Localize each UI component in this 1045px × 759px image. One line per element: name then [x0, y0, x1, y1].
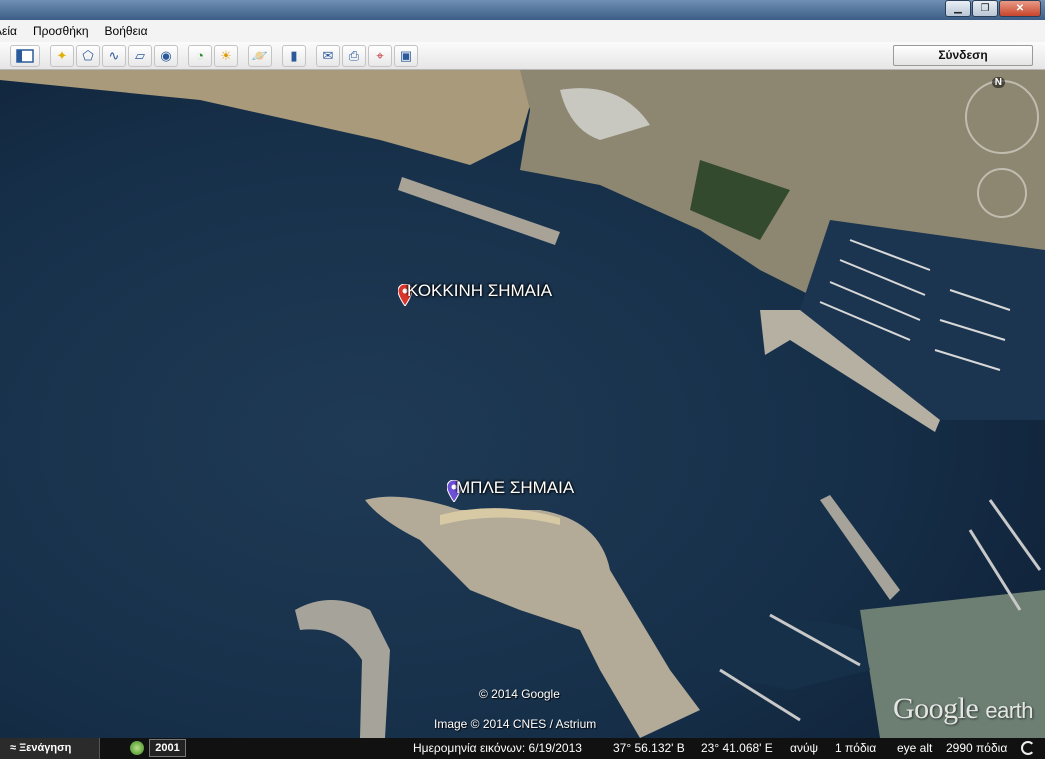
compass-north-icon[interactable]: N	[991, 77, 1005, 88]
title-bar[interactable]: ▁ ❐ ✕	[0, 0, 1045, 20]
historical-imagery-icon[interactable]: ◔	[188, 44, 212, 67]
sidebar-icon[interactable]	[10, 44, 40, 67]
path-icon[interactable]: ∿	[102, 44, 126, 67]
imagery-date: Ημερομηνία εικόνων: 6/19/2013	[413, 741, 582, 755]
menu-tools[interactable]: λεία	[0, 24, 25, 38]
record-tour-icon[interactable]: ◉	[154, 44, 178, 67]
save-image-icon[interactable]: ▣	[394, 44, 418, 67]
sunlight-icon[interactable]: ☀	[214, 44, 238, 67]
elevation-value: 1 πόδια	[835, 741, 877, 755]
move-joystick-icon[interactable]	[977, 168, 1027, 218]
look-joystick-icon[interactable]	[965, 80, 1039, 154]
map-view[interactable]: ΚΟΚΚΙΝΗ ΣΗΜΑΙΑ ΜΠΛΕ ΣΗΜΑΙΑ © 2014 Google…	[0, 70, 1045, 738]
eye-alt-value: 2990 πόδια	[946, 741, 1008, 755]
planets-icon[interactable]: 🪐	[248, 44, 272, 67]
overlay-icon[interactable]: ▱	[128, 44, 152, 67]
signin-button[interactable]: Σύνδεση	[893, 45, 1033, 66]
menu-help[interactable]: Βοήθεια	[97, 24, 156, 38]
print-icon[interactable]: ⎙	[342, 44, 366, 67]
eye-alt-label: eye alt	[897, 741, 933, 755]
placemark-label-red[interactable]: ΚΟΚΚΙΝΗ ΣΗΜΑΙΑ	[407, 281, 552, 301]
toolbar: ✦ ⬠ ∿ ▱ ◉ ◔ ☀ 🪐 ▮ ✉ ⎙ ⌖ ▣ Σύνδεση	[0, 42, 1045, 70]
close-button[interactable]: ✕	[999, 0, 1041, 17]
maximize-button[interactable]: ❐	[972, 0, 998, 17]
latitude: 37° 56.132' Β	[613, 741, 685, 755]
placemark-icon[interactable]: ✦	[50, 44, 74, 67]
status-bar: ≈ Ξενάγηση 2001 Ημερομηνία εικόνων: 6/19…	[0, 738, 1045, 759]
longitude: 23° 41.068' Ε	[701, 741, 773, 755]
email-icon[interactable]: ✉	[316, 44, 340, 67]
ruler-icon[interactable]: ▮	[282, 44, 306, 67]
satellite-imagery	[0, 70, 1045, 738]
menu-bar: λεία Προσθήκη Βοήθεια	[0, 20, 1045, 42]
historical-imagery-status-icon[interactable]	[130, 741, 144, 755]
placemark-label-blue[interactable]: ΜΠΛΕ ΣΗΜΑΙΑ	[456, 478, 574, 498]
tour-button[interactable]: ≈ Ξενάγηση	[0, 738, 100, 759]
maps-icon[interactable]: ⌖	[368, 44, 392, 67]
polygon-icon[interactable]: ⬠	[76, 44, 100, 67]
copyright-google: © 2014 Google	[479, 687, 560, 701]
elevation-label: ανύψ	[790, 741, 819, 755]
window-controls: ▁ ❐ ✕	[945, 0, 1041, 17]
copyright-imagery: Image © 2014 CNES / Astrium	[434, 717, 597, 731]
streaming-icon	[1021, 741, 1035, 755]
google-earth-logo: Google earth	[893, 692, 1033, 725]
google-earth-window: ▁ ❐ ✕ λεία Προσθήκη Βοήθεια ✦ ⬠ ∿ ▱ ◉ ◔ …	[0, 0, 1045, 759]
menu-add[interactable]: Προσθήκη	[25, 24, 97, 38]
minimize-button[interactable]: ▁	[945, 0, 971, 17]
imagery-year[interactable]: 2001	[149, 739, 186, 757]
